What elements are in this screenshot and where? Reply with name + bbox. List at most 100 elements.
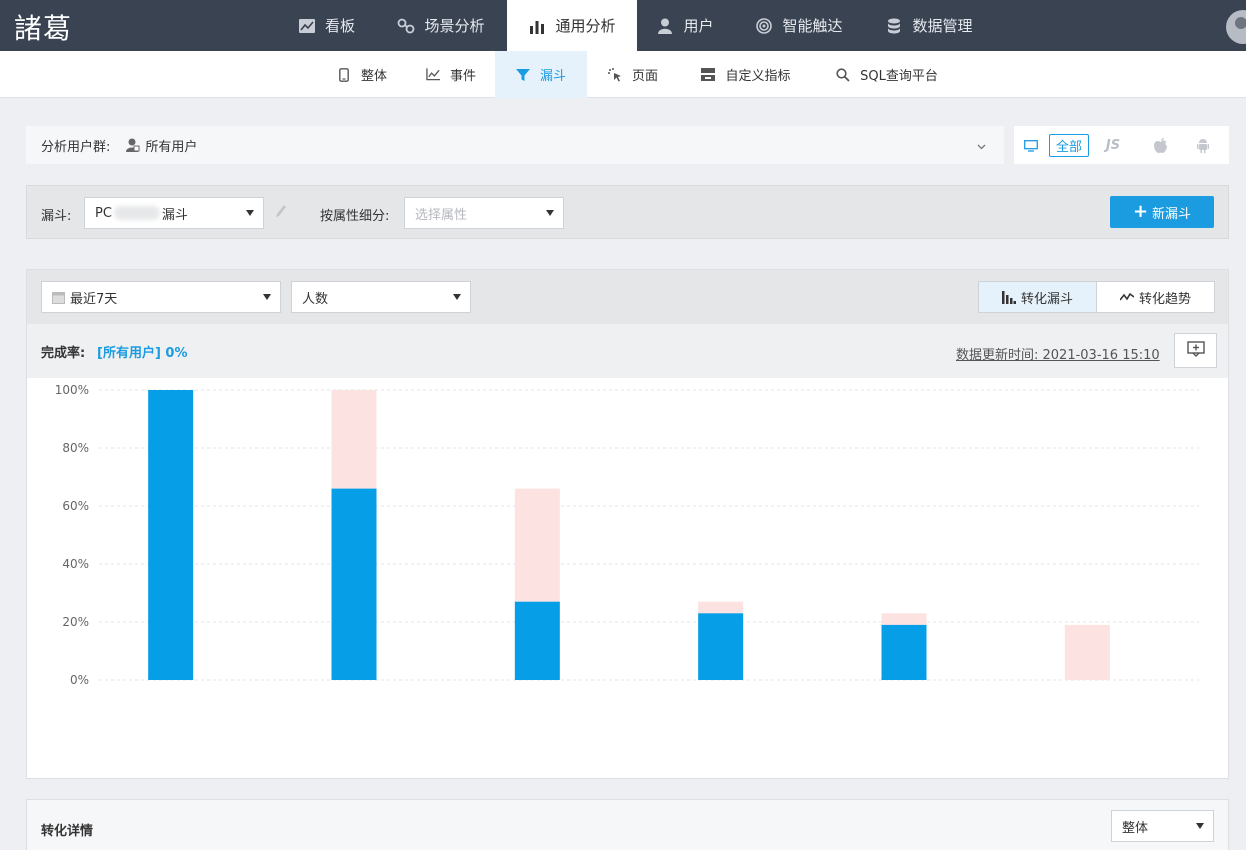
platform-all-button[interactable]: 全部: [1049, 134, 1089, 157]
target-icon: [755, 17, 773, 35]
y-tick-label: 80%: [62, 441, 89, 455]
subnav-item-label: 漏斗: [539, 69, 566, 84]
chevron-down-icon: [977, 139, 986, 154]
new-funnel-label: 新漏斗: [1152, 206, 1192, 222]
date-range-value: 最近7天: [70, 291, 118, 307]
funnel-select-suffix: 漏斗: [161, 207, 188, 223]
conversion-bar: [514, 601, 560, 680]
user-group-selector[interactable]: 分析用户群: 所有用户: [26, 126, 1004, 164]
nav-item-users[interactable]: 用户: [645, 0, 725, 51]
breakdown-label: 按属性细分:: [320, 209, 390, 224]
caret-down-icon: [1196, 823, 1204, 829]
conversion-bar: [331, 488, 377, 680]
breakdown-select[interactable]: 选择属性: [404, 197, 564, 229]
subnav-item-label: 整体: [360, 69, 387, 84]
dropoff-bar: [881, 613, 927, 625]
js-icon[interactable]: JS: [1100, 134, 1126, 157]
nav-item-label: 智能触达: [782, 17, 843, 35]
comment-plus-icon: [1186, 340, 1205, 361]
line-chart-icon: [426, 68, 440, 82]
redacted-text: [113, 206, 160, 220]
nav-item-label: 用户: [683, 17, 714, 35]
dropoff-bar: [514, 488, 560, 602]
calendar-icon: [52, 291, 65, 304]
plus-icon: +: [1132, 201, 1149, 222]
mobile-icon: [337, 67, 351, 82]
dropoff-bar: [1064, 624, 1110, 680]
brand-logo[interactable]: 諸葛: [14, 7, 72, 47]
nav-item-label: 数据管理: [912, 17, 973, 35]
subnav-item-funnel[interactable]: 漏斗: [495, 51, 587, 98]
caret-down-icon: [546, 210, 554, 216]
subnav-item-label: SQL查询平台: [860, 69, 938, 84]
desktop-icon[interactable]: [1019, 134, 1043, 157]
user-icon: [656, 17, 674, 35]
user-group-label: 分析用户群:: [41, 139, 111, 155]
completion-rate-bar: 完成率: [所有用户] 0% 数据更新时间: 2021-03-16 15:10: [27, 324, 1228, 378]
details-scope-value: 整体: [1122, 820, 1149, 836]
nav-item-data-management[interactable]: 数据管理: [873, 0, 985, 51]
avatar[interactable]: [1226, 10, 1246, 44]
tab-label: 转化漏斗: [1020, 291, 1073, 307]
date-range-select[interactable]: 最近7天: [41, 281, 281, 313]
apple-icon[interactable]: [1147, 134, 1173, 157]
funnel-label: 漏斗:: [41, 209, 72, 224]
conversion-details-panel: 转化详情 整体: [26, 799, 1229, 850]
android-icon[interactable]: [1190, 134, 1216, 157]
analysis-toolbar: 最近7天 人数 转化漏斗 转化趋势: [27, 270, 1228, 324]
caret-down-icon: [453, 294, 461, 300]
y-tick-label: 100%: [55, 383, 89, 397]
details-scope-select[interactable]: 整体: [1111, 810, 1214, 842]
subnav-item-label: 页面: [631, 69, 658, 84]
dropoff-bar: [331, 390, 377, 489]
funnel-analysis-panel: 最近7天 人数 转化漏斗 转化趋势 完成率: [所有用户] 0% 数据更新时间:…: [26, 269, 1229, 779]
edit-pencil-icon[interactable]: [275, 204, 287, 222]
funnel-filter-bar: 漏斗: PC 漏斗 按属性细分: 选择属性 + 新漏斗: [26, 185, 1229, 239]
scene-link-icon: [397, 17, 415, 35]
annotation-button[interactable]: [1174, 333, 1217, 368]
subnav-item-label: 事件: [449, 69, 476, 84]
user-group-icon: [126, 138, 140, 152]
y-tick-label: 20%: [62, 615, 89, 629]
tab-conversion-funnel[interactable]: 转化漏斗: [979, 282, 1097, 312]
custom-metric-icon: [701, 68, 716, 82]
top-navbar: 諸葛 看板 场景分析 通用分析 用户 智能触达 数据管理: [0, 0, 1246, 51]
nav-item-dashboard[interactable]: 看板: [282, 0, 371, 51]
nav-item-general-analysis[interactable]: 通用分析: [507, 0, 637, 51]
conversion-bar: [698, 613, 744, 680]
y-tick-label: 40%: [62, 557, 89, 571]
tab-conversion-trend[interactable]: 转化趋势: [1097, 282, 1214, 312]
conversion-bar: [881, 624, 927, 680]
bar-chart-icon: [528, 17, 546, 35]
subnav-item-overall[interactable]: 整体: [316, 51, 408, 98]
subnav-item-custom-metrics[interactable]: 自定义指标: [690, 51, 802, 98]
new-funnel-button[interactable]: + 新漏斗: [1110, 196, 1214, 228]
subnav-item-pages[interactable]: 页面: [593, 51, 673, 98]
completion-label: 完成率:: [41, 346, 86, 361]
subnav-item-label: 自定义指标: [725, 69, 791, 84]
breakdown-placeholder: 选择属性: [415, 207, 468, 223]
completion-value: [所有用户] 0%: [97, 346, 188, 361]
funnel-icon: [515, 68, 530, 82]
search-icon: [836, 67, 850, 82]
y-tick-label: 0%: [70, 673, 89, 687]
nav-item-scene-analysis[interactable]: 场景分析: [381, 0, 501, 51]
pointer-icon: [607, 67, 622, 82]
conversion-bar: [148, 390, 194, 680]
user-group-value: 所有用户: [145, 139, 198, 155]
subnav-item-events[interactable]: 事件: [408, 51, 494, 98]
y-tick-label: 60%: [62, 499, 89, 513]
caret-down-icon: [263, 294, 271, 300]
tab-label: 转化趋势: [1138, 291, 1191, 307]
view-toggle: 转化漏斗 转化趋势: [978, 281, 1215, 313]
funnel-chart: 0% 20% 40% 60% 80% 100%: [55, 383, 1199, 687]
platform-filter: 全部 JS: [1014, 126, 1229, 164]
subnav-item-sql-platform[interactable]: SQL查询平台: [822, 51, 952, 98]
data-updated-time[interactable]: 数据更新时间: 2021-03-16 15:10: [956, 344, 1160, 363]
nav-item-smart-reach[interactable]: 智能触达: [743, 0, 855, 51]
caret-down-icon: [246, 210, 254, 216]
metric-select[interactable]: 人数: [291, 281, 471, 313]
funnel-select[interactable]: PC 漏斗: [84, 197, 264, 229]
sub-navbar: 整体 事件 漏斗 页面 自定义指标 SQL查询平台: [0, 51, 1246, 98]
nav-item-label: 看板: [324, 17, 355, 35]
